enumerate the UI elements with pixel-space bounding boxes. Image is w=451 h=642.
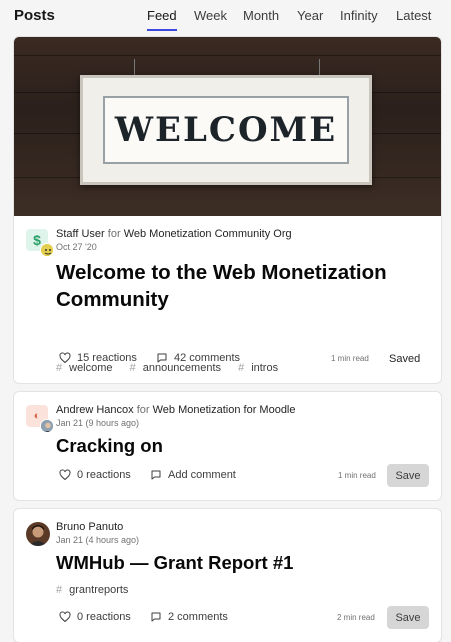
comments-count: 2 comments (168, 611, 228, 623)
page-title: Posts (14, 7, 55, 24)
org-name[interactable]: Web Monetization Community Org (124, 228, 292, 240)
comment-icon (151, 612, 161, 622)
tab-year[interactable]: Year (297, 8, 323, 23)
author-name[interactable]: Bruno Panuto (56, 521, 123, 533)
tag-list: # grantreports (56, 584, 142, 596)
comments-button[interactable]: 42 comments (156, 352, 240, 364)
reactions-count: 15 reactions (77, 352, 137, 364)
post-author-line: Bruno Panuto (56, 521, 123, 533)
post-date[interactable]: Oct 27 '20 (56, 242, 97, 252)
feed-tabs: Feed Week Month Year Infinity Latest (147, 8, 437, 32)
post-title[interactable]: Cracking on (56, 434, 426, 458)
post-author-line: Andrew Hancox for Web Monetization for M… (56, 404, 296, 416)
save-button[interactable]: Save (387, 606, 429, 629)
post-date[interactable]: Jan 21 (9 hours ago) (56, 418, 139, 428)
heart-icon (59, 352, 71, 364)
tab-week[interactable]: Week (194, 8, 227, 23)
comments-button[interactable]: Add comment (150, 469, 236, 481)
post-card[interactable]: Bruno Panuto Jan 21 (4 hours ago) WMHub … (14, 509, 441, 642)
post-title[interactable]: Welcome to the Web Monetization Communit… (56, 260, 426, 313)
tag-intros[interactable]: # intros (238, 362, 285, 374)
heart-icon (59, 611, 71, 623)
comments-button[interactable]: 2 comments (150, 611, 228, 623)
tab-feed[interactable]: Feed (147, 8, 177, 31)
reactions-count: 0 reactions (77, 469, 131, 481)
org-name[interactable]: Web Monetization for Moodle (153, 404, 296, 416)
post-date[interactable]: Jan 21 (4 hours ago) (56, 535, 139, 545)
reactions-button[interactable]: 15 reactions (59, 352, 137, 364)
read-time: 1 min read (331, 354, 369, 363)
cover-image[interactable]: WELCOME (14, 37, 441, 216)
for-label: for (136, 404, 150, 416)
user-avatar[interactable] (26, 522, 50, 546)
post-title[interactable]: WMHub — Grant Report #1 (56, 551, 426, 575)
for-label: for (107, 228, 121, 240)
comments-count: 42 comments (174, 352, 241, 364)
read-time: 1 min read (338, 471, 376, 480)
welcome-sign: WELCOME (80, 75, 372, 185)
user-avatar[interactable] (40, 419, 54, 433)
tab-infinity[interactable]: Infinity (340, 8, 378, 23)
reactions-button[interactable]: 0 reactions (59, 469, 131, 481)
read-time: 2 min read (337, 613, 375, 622)
heart-icon (59, 469, 71, 481)
user-avatar[interactable] (40, 243, 54, 257)
post-card-featured[interactable]: WELCOME $ Staff User for Web Monetizatio… (14, 37, 441, 383)
comment-icon (157, 353, 167, 363)
comment-icon (151, 470, 161, 480)
save-button[interactable]: Save (387, 464, 429, 487)
reactions-count: 0 reactions (77, 611, 131, 623)
post-author-line: Staff User for Web Monetization Communit… (56, 228, 292, 240)
author-name[interactable]: Andrew Hancox (56, 404, 134, 416)
tag-grantreports[interactable]: # grantreports (56, 584, 135, 596)
cover-sign-text: WELCOME (114, 110, 338, 150)
tab-month[interactable]: Month (243, 8, 279, 23)
saved-button[interactable]: Saved (389, 353, 420, 365)
reactions-button[interactable]: 0 reactions (59, 611, 131, 623)
post-card[interactable]: ◐ Andrew Hancox for Web Monetization for… (14, 392, 441, 500)
author-name[interactable]: Staff User (56, 228, 105, 240)
comments-count: Add comment (168, 469, 236, 481)
page-header: Posts Feed Week Month Year Infinity Late… (0, 0, 451, 36)
tab-latest[interactable]: Latest (396, 8, 431, 23)
